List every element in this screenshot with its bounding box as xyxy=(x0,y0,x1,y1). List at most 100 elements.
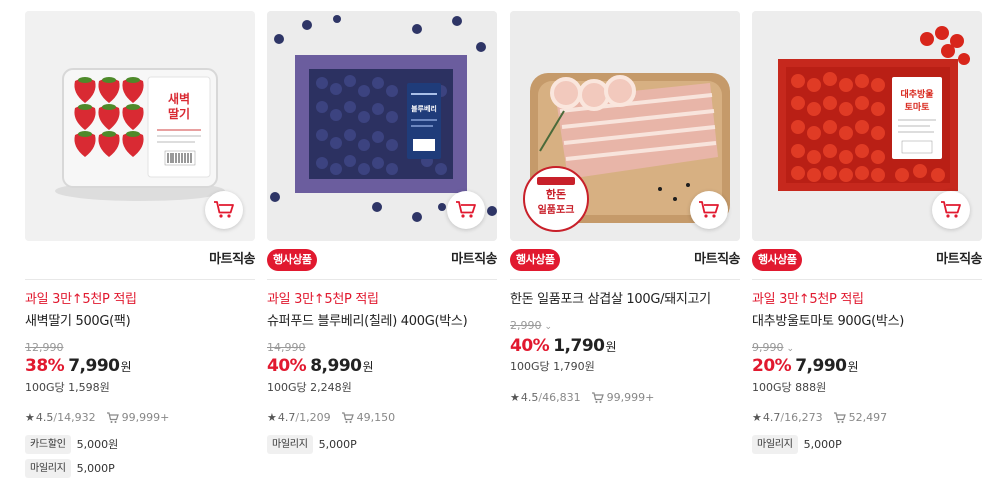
product-image[interactable]: 블루베리 xyxy=(267,11,497,241)
svg-text:새벽: 새벽 xyxy=(168,91,190,106)
promo-text: 과일 3만↑5천P 적립 xyxy=(25,292,137,307)
add-to-cart-button[interactable] xyxy=(690,191,728,229)
original-price: 14,990 xyxy=(267,341,306,355)
original-price-value: 2,990 xyxy=(510,319,542,332)
product-title[interactable]: 한돈 일품포크 삼겹살 100G/돼지고기 xyxy=(510,291,711,309)
review-count[interactable]: 16,273 xyxy=(784,411,823,425)
rating-value: 4.5 xyxy=(35,411,54,424)
unit-price: 100G당 2,248원 xyxy=(267,381,352,394)
divider xyxy=(267,279,497,280)
product-image[interactable]: 새벽 딸기 xyxy=(25,11,255,241)
benefit-tag: 마일리지 xyxy=(267,434,313,454)
currency: 원 xyxy=(847,360,859,374)
sale-price-line: 40% 8,990원 xyxy=(267,355,374,378)
rating-row: ★ 4.5 / 14,932 99,999+ xyxy=(25,411,169,425)
product-image[interactable]: 한돈 일품포크 xyxy=(510,11,740,241)
purchase-count: 52,497 xyxy=(848,411,888,424)
star-icon: ★ xyxy=(752,411,762,424)
benefit-tag: 마일리지 xyxy=(752,434,798,454)
cart-icon xyxy=(699,201,719,218)
original-price: 12,990 xyxy=(25,341,64,355)
card-meta-row: 행사상품 마트직송 xyxy=(267,249,497,271)
original-price-value: 14,990 xyxy=(267,341,306,354)
card-meta-row: 마트직송 xyxy=(25,249,255,271)
card-meta-row: 행사상품 마트직송 xyxy=(510,249,740,271)
review-count[interactable]: 46,831 xyxy=(542,391,581,405)
review-count[interactable]: 1,209 xyxy=(299,411,331,425)
benefit-value: 5,000P xyxy=(318,437,357,451)
benefit-value: 5,000P xyxy=(803,437,842,451)
currency: 원 xyxy=(120,360,132,374)
delivery-type: 마트직송 xyxy=(936,252,982,267)
sale-price-line: 20% 7,990원 xyxy=(752,355,859,378)
add-to-cart-button[interactable] xyxy=(447,191,485,229)
product-title[interactable]: 대추방울토마토 900G(박스) xyxy=(752,313,904,331)
purchase-count: 99,999+ xyxy=(121,411,170,424)
product-card[interactable]: 블루베리 행사상품 마트직송 과일 3만↑5천P 적립 슈퍼푸드 블루베리(칠레… xyxy=(267,0,497,488)
chevron-down-icon[interactable]: ⌄ xyxy=(787,342,795,356)
discount-rate: 40% xyxy=(267,356,307,376)
product-title[interactable]: 새벽딸기 500G(팩) xyxy=(25,313,131,331)
svg-text:한돈: 한돈 xyxy=(546,187,566,201)
unit-price: 100G당 888원 xyxy=(752,381,827,394)
star-icon: ★ xyxy=(510,391,520,404)
unit-price: 100G당 1,790원 xyxy=(510,360,595,373)
rating-value: 4.7 xyxy=(277,411,296,424)
sale-price: 1,790 xyxy=(553,336,605,356)
benefit-tag-row: 마일리지 5,000P xyxy=(267,434,357,454)
add-to-cart-button[interactable] xyxy=(932,191,970,229)
product-card[interactable]: 대추방울 토마토 행사상품 마트직송 과일 3만↑5천P 적립 대추방울토마토 … xyxy=(752,0,982,488)
currency: 원 xyxy=(605,340,617,354)
svg-text:블루베리: 블루베리 xyxy=(411,104,437,113)
purchase-count-icon xyxy=(106,412,119,424)
cart-icon xyxy=(214,201,234,218)
rating-row: ★ 4.5 / 46,831 99,999+ xyxy=(510,391,654,405)
discount-rate: 38% xyxy=(25,356,65,376)
delivery-type: 마트직송 xyxy=(209,252,255,267)
promo-text: 과일 3만↑5천P 적립 xyxy=(267,292,379,307)
discount-rate: 20% xyxy=(752,356,792,376)
purchase-count: 99,999+ xyxy=(606,391,655,404)
benefit-tag-row: 카드할인 5,000원 xyxy=(25,434,118,454)
discount-rate: 40% xyxy=(510,336,550,356)
benefit-tag: 마일리지 xyxy=(25,458,71,478)
original-price: 9,990 ⌄ xyxy=(752,341,794,356)
purchase-count-icon xyxy=(591,392,604,404)
currency: 원 xyxy=(362,360,374,374)
product-card[interactable]: 새벽 딸기 마트직송 과일 3만↑5천P 적립 새벽딸기 500G(팩) 12,… xyxy=(25,0,255,488)
product-image[interactable]: 대추방울 토마토 xyxy=(752,11,982,241)
product-card[interactable]: 한돈 일품포크 행사상품 마트직송 한돈 일품포크 삼겹살 100G/돼지고기 … xyxy=(510,0,740,488)
sale-price: 7,990 xyxy=(795,356,847,376)
original-price-value: 9,990 xyxy=(752,341,784,354)
promo-text: 과일 3만↑5천P 적립 xyxy=(752,292,864,307)
sale-price: 8,990 xyxy=(310,356,362,376)
event-badge: 행사상품 xyxy=(752,249,803,271)
benefit-value: 5,000원 xyxy=(76,438,119,451)
add-to-cart-button[interactable] xyxy=(205,191,243,229)
sale-price-line: 40% 1,790원 xyxy=(510,335,617,358)
svg-text:토마토: 토마토 xyxy=(905,101,931,113)
star-icon: ★ xyxy=(25,411,35,424)
benefit-value: 5,000P xyxy=(76,461,115,475)
original-price: 2,990 ⌄ xyxy=(510,319,552,334)
event-badge: 행사상품 xyxy=(510,249,561,271)
sale-price: 7,990 xyxy=(68,356,120,376)
original-price-value: 12,990 xyxy=(25,341,64,354)
svg-text:대추방울: 대추방울 xyxy=(900,88,933,100)
rating-row: ★ 4.7 / 1,209 49,150 xyxy=(267,411,395,425)
review-count[interactable]: 14,932 xyxy=(57,411,96,425)
purchase-count-icon xyxy=(833,412,846,424)
rating-value: 4.7 xyxy=(762,411,781,424)
benefit-tag-row: 마일리지 5,000P xyxy=(752,434,842,454)
rating-value: 4.5 xyxy=(520,391,539,404)
event-badge: 행사상품 xyxy=(267,249,318,271)
svg-text:일품포크: 일품포크 xyxy=(538,203,575,216)
divider xyxy=(510,279,740,280)
chevron-down-icon[interactable]: ⌄ xyxy=(545,320,553,334)
cart-icon xyxy=(456,201,476,218)
delivery-type: 마트직송 xyxy=(451,252,497,267)
purchase-count: 49,150 xyxy=(356,411,396,424)
star-icon: ★ xyxy=(267,411,277,424)
product-title[interactable]: 슈퍼푸드 블루베리(칠레) 400G(박스) xyxy=(267,313,468,331)
rating-row: ★ 4.7 / 16,273 52,497 xyxy=(752,411,887,425)
